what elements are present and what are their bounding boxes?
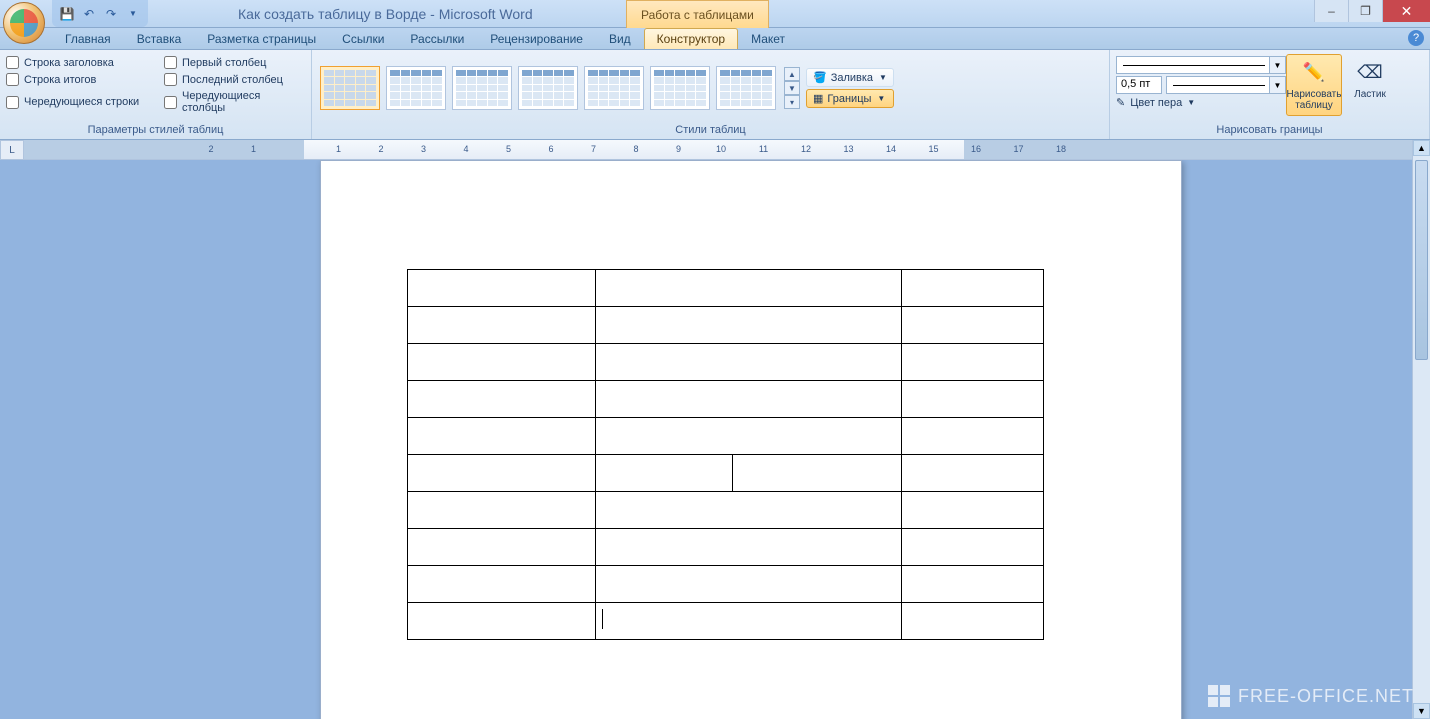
check-banded-rows[interactable]: Чередующиеся строки xyxy=(6,90,146,114)
window-title: Как создать таблицу в Ворде - Microsoft … xyxy=(148,6,1430,22)
tab-view[interactable]: Вид xyxy=(596,28,644,49)
ruler-corner[interactable]: L xyxy=(0,140,24,160)
group-draw-borders: ▼ 0,5 пт ▼ ✎Цвет пера▼ ✏️ Нарисовать таб… xyxy=(1110,50,1430,139)
table-style-thumb-1[interactable] xyxy=(320,66,380,110)
borders-button[interactable]: ▦Границы▼ xyxy=(806,89,894,108)
document-area[interactable] xyxy=(24,160,1412,719)
table-style-thumb-4[interactable] xyxy=(518,66,578,110)
line-weight-preview[interactable]: ▼ xyxy=(1166,76,1286,94)
tab-home[interactable]: Главная xyxy=(52,28,124,49)
table-style-thumb-6[interactable] xyxy=(650,66,710,110)
draw-table-button[interactable]: ✏️ Нарисовать таблицу xyxy=(1286,54,1342,116)
tab-page-layout[interactable]: Разметка страницы xyxy=(194,28,329,49)
pen-color-button[interactable]: ✎Цвет пера▼ xyxy=(1116,96,1286,109)
workarea: L 21123456789101112131415161718 xyxy=(0,140,1430,719)
scroll-down-icon[interactable]: ▼ xyxy=(1413,703,1430,719)
save-icon[interactable]: 💾 xyxy=(58,5,76,23)
bucket-icon: 🪣 xyxy=(813,71,827,84)
close-button[interactable]: ✕ xyxy=(1382,0,1430,22)
redo-icon[interactable]: ↷ xyxy=(102,5,120,23)
line-style-select[interactable]: ▼ xyxy=(1116,56,1286,74)
vertical-scrollbar[interactable]: ▲ ▼ xyxy=(1412,140,1430,719)
undo-icon[interactable]: ↶ xyxy=(80,5,98,23)
cell-split-line xyxy=(732,455,733,491)
qat-dropdown-icon[interactable]: ▼ xyxy=(124,5,142,23)
chevron-down-icon: ▼ xyxy=(1269,57,1285,73)
ribbon-tabs: Главная Вставка Разметка страницы Ссылки… xyxy=(0,28,1430,50)
chevron-down-icon: ▼ xyxy=(877,94,885,103)
gallery-scroll: ▲ ▼ ▾ xyxy=(784,67,800,109)
table-style-thumb-3[interactable] xyxy=(452,66,512,110)
table-style-thumb-7[interactable] xyxy=(716,66,776,110)
watermark: FREE-OFFICE.NET xyxy=(1208,685,1414,707)
scroll-up-icon[interactable]: ▲ xyxy=(1413,140,1430,156)
tab-design[interactable]: Конструктор xyxy=(644,28,738,49)
check-total-row[interactable]: Строка итогов xyxy=(6,73,146,86)
minimize-button[interactable]: – xyxy=(1314,0,1348,22)
window-controls: – ❐ ✕ xyxy=(1314,0,1430,22)
quick-access-toolbar: 💾 ↶ ↷ ▼ xyxy=(52,0,148,27)
help-icon[interactable]: ? xyxy=(1408,30,1424,46)
check-banded-columns[interactable]: Чередующиеся столбцы xyxy=(164,90,304,114)
tab-insert[interactable]: Вставка xyxy=(124,28,195,49)
borders-icon: ▦ xyxy=(813,92,823,105)
check-last-column[interactable]: Последний столбец xyxy=(164,73,304,86)
document-table[interactable] xyxy=(407,269,1044,640)
titlebar: 💾 ↶ ↷ ▼ Как создать таблицу в Ворде - Mi… xyxy=(0,0,1430,28)
group-label-styles: Стили таблиц xyxy=(318,122,1103,139)
tab-layout[interactable]: Макет xyxy=(738,28,798,49)
group-table-styles: ▲ ▼ ▾ 🪣Заливка▼ ▦Границы▼ Стили таблиц xyxy=(312,50,1110,139)
gallery-up-icon[interactable]: ▲ xyxy=(784,67,800,81)
shading-button[interactable]: 🪣Заливка▼ xyxy=(806,68,894,87)
office-button[interactable] xyxy=(3,2,45,44)
table-style-gallery: ▲ ▼ ▾ xyxy=(318,64,802,112)
gallery-down-icon[interactable]: ▼ xyxy=(784,81,800,95)
chevron-down-icon: ▼ xyxy=(879,73,887,82)
ribbon: Строка заголовка Первый столбец Строка и… xyxy=(0,50,1430,140)
group-label-options: Параметры стилей таблиц xyxy=(6,122,305,139)
group-label-draw: Нарисовать границы xyxy=(1116,122,1423,139)
table-style-thumb-5[interactable] xyxy=(584,66,644,110)
tab-mailings[interactable]: Рассылки xyxy=(397,28,477,49)
scrollbar-thumb[interactable] xyxy=(1415,160,1428,360)
tab-references[interactable]: Ссылки xyxy=(329,28,397,49)
chevron-down-icon: ▼ xyxy=(1187,98,1195,107)
contextual-tab-table-tools[interactable]: Работа с таблицами xyxy=(626,0,769,28)
check-header-row[interactable]: Строка заголовка xyxy=(6,56,146,69)
eraser-button[interactable]: ⌫ Ластик xyxy=(1342,54,1398,105)
chevron-down-icon: ▼ xyxy=(1269,77,1285,93)
group-table-style-options: Строка заголовка Первый столбец Строка и… xyxy=(0,50,312,139)
gallery-more-icon[interactable]: ▾ xyxy=(784,95,800,109)
pen-icon: ✎ xyxy=(1116,96,1125,109)
tab-review[interactable]: Рецензирование xyxy=(477,28,596,49)
horizontal-ruler[interactable]: 21123456789101112131415161718 xyxy=(24,140,1412,160)
pencil-table-icon: ✏️ xyxy=(1300,59,1328,87)
check-first-column[interactable]: Первый столбец xyxy=(164,56,304,69)
table-style-thumb-2[interactable] xyxy=(386,66,446,110)
page xyxy=(320,160,1182,719)
windows-logo-icon xyxy=(1208,685,1230,707)
eraser-icon: ⌫ xyxy=(1356,59,1384,87)
text-cursor-cell[interactable] xyxy=(596,603,902,640)
maximize-button[interactable]: ❐ xyxy=(1348,0,1382,22)
line-weight-value[interactable]: 0,5 пт xyxy=(1116,76,1162,94)
